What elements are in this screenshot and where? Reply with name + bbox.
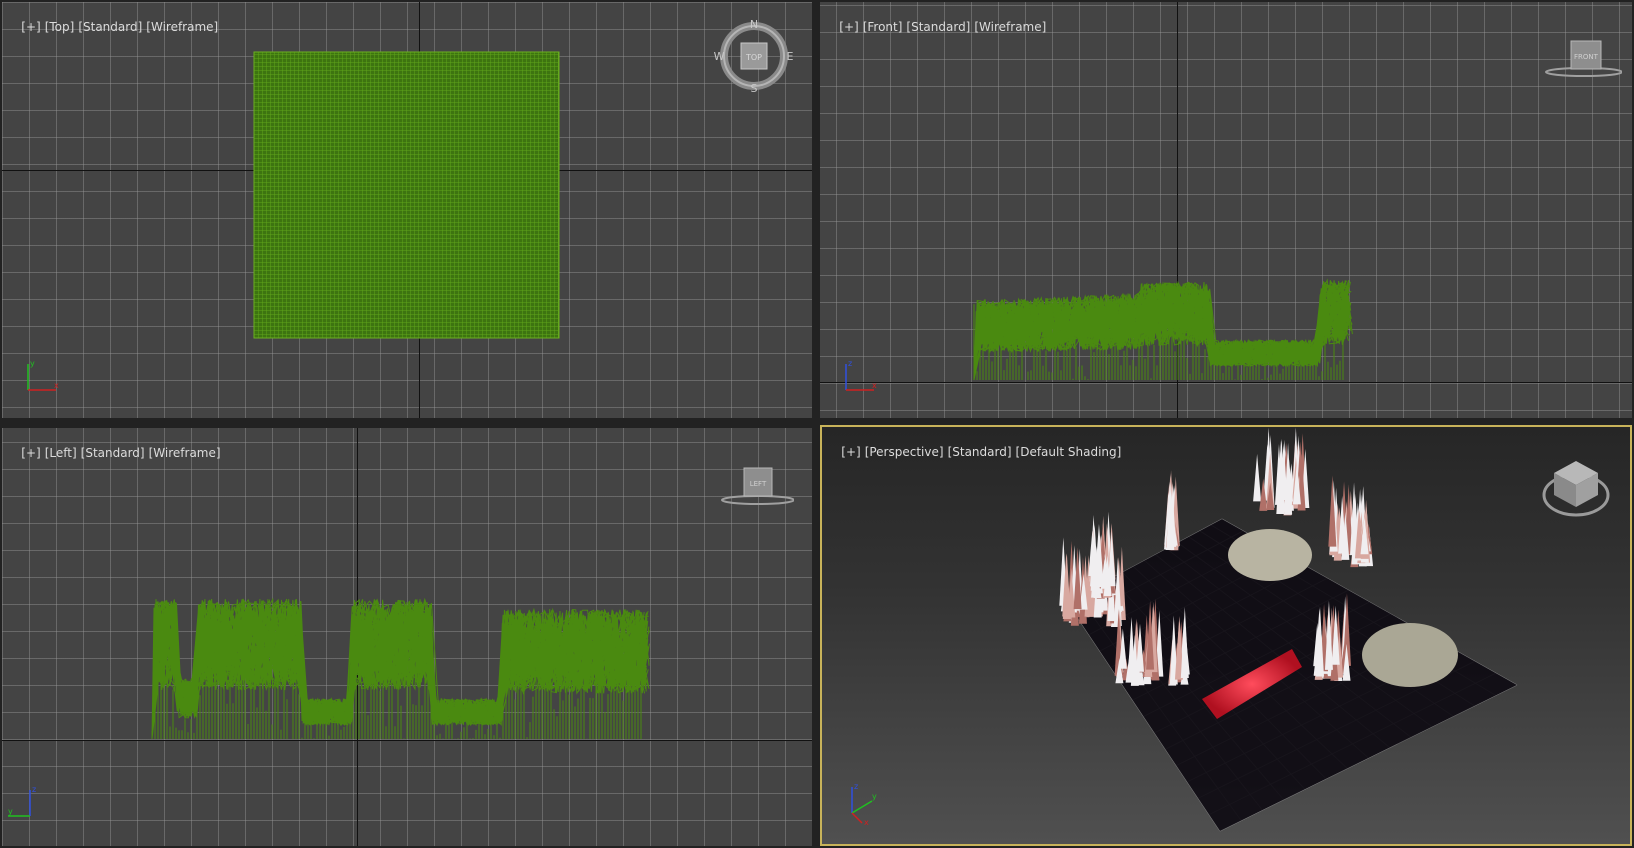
axis-y-label: y <box>872 792 877 801</box>
viewport-left-label[interactable]: [+] [Left] [Standard] [Wireframe] <box>6 432 225 474</box>
viewcube-compass[interactable]: TOP N S E W <box>714 18 794 95</box>
axis-z-label: z <box>848 359 852 368</box>
viewcube[interactable] <box>1540 453 1612 519</box>
terrain-mesh-perspective-shaded[interactable] <box>822 427 1630 844</box>
viewport-menu-plus[interactable]: [+] <box>839 20 858 34</box>
axis-z-label: z <box>32 785 36 794</box>
viewport-menu-plus[interactable]: [+] <box>21 20 40 34</box>
axis-tripod-icon: y x <box>22 358 62 394</box>
viewport-shading-menu[interactable]: [Wireframe] <box>974 20 1046 34</box>
viewcube-face-label: FRONT <box>1574 53 1599 61</box>
axis-tripod-icon: z y <box>6 784 46 820</box>
viewport-front[interactable]: [+] [Front] [Standard] [Wireframe] FRONT z … <box>820 2 1632 418</box>
plane-mesh-top-wireframe[interactable] <box>2 2 812 418</box>
axis-z-label: z <box>854 782 858 791</box>
compass-north: N <box>750 18 758 31</box>
viewport-style-menu[interactable]: [Standard] <box>906 20 970 34</box>
viewport-front-label[interactable]: [+] [Front] [Standard] [Wireframe] <box>824 6 1050 48</box>
viewport-left[interactable]: [+] [Left] [Standard] [Wireframe] LEFT z y <box>2 428 812 846</box>
viewport-view-menu[interactable]: [Perspective] <box>865 445 944 459</box>
viewcube-face-label: TOP <box>745 53 762 62</box>
viewcube-face-label: LEFT <box>750 480 767 488</box>
axis-x-label: x <box>864 818 869 825</box>
viewport-top[interactable]: [+] [Top] [Standard] [Wireframe] TOP N S E … <box>2 2 812 418</box>
viewcube[interactable]: LEFT <box>714 464 795 508</box>
compass-west: W <box>714 50 725 63</box>
terrain-mesh-left-wireframe[interactable] <box>2 428 812 846</box>
viewport-shading-menu[interactable]: [Default Shading] <box>1016 445 1122 459</box>
viewport-top-label[interactable]: [+] [Top] [Standard] [Wireframe] <box>6 6 222 48</box>
axis-tripod-icon: z y x <box>842 781 882 827</box>
viewport-perspective[interactable]: [+] [Perspective] [Standard] [Default Shadi… <box>820 425 1632 846</box>
viewport-view-menu[interactable]: [Left] <box>45 446 77 460</box>
axis-x-label: x <box>872 381 877 390</box>
axis-x-label: x <box>54 381 59 390</box>
viewport-view-menu[interactable]: [Front] <box>863 20 903 34</box>
viewport-shading-menu[interactable]: [Wireframe] <box>149 446 221 460</box>
viewport-menu-plus[interactable]: [+] <box>841 445 860 459</box>
axis-tripod-icon: z x <box>840 358 880 394</box>
terrain-mesh-front-wireframe[interactable] <box>820 2 1632 418</box>
viewport-view-menu[interactable]: [Top] <box>45 20 75 34</box>
compass-south: S <box>751 82 758 94</box>
viewport-style-menu[interactable]: [Standard] <box>948 445 1012 459</box>
compass-east: E <box>787 50 794 63</box>
viewport-menu-plus[interactable]: [+] <box>21 446 40 460</box>
axis-y-label: y <box>30 359 35 368</box>
axis-y-label: y <box>8 807 13 816</box>
viewport-shading-menu[interactable]: [Wireframe] <box>146 20 218 34</box>
viewcube[interactable]: FRONT <box>1542 36 1623 80</box>
viewport-style-menu[interactable]: [Standard] <box>81 446 145 460</box>
viewport-perspective-label[interactable]: [+] [Perspective] [Standard] [Default Shadi… <box>826 431 1125 473</box>
viewport-style-menu[interactable]: [Standard] <box>78 20 142 34</box>
